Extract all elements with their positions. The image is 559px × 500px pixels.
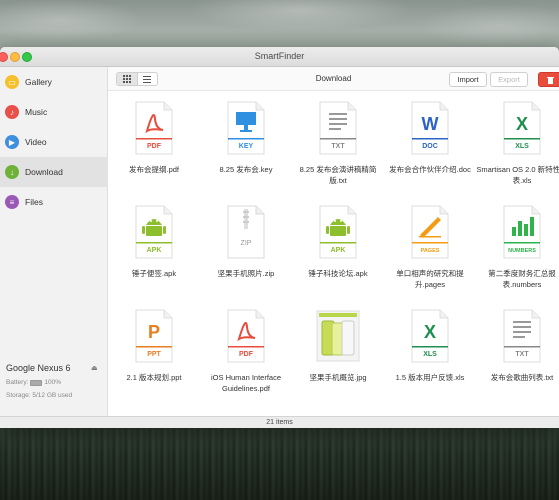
sidebar: ▭ Gallery ♪ Music ▶ Video ↓ Download ≡ Files Goog… xyxy=(0,67,108,416)
jpg-file-icon xyxy=(316,309,360,363)
toolbar: Download Import Export xyxy=(108,67,559,91)
txt-file-icon: TXT xyxy=(316,101,360,155)
file-name: 第二季度财务汇总报表.numbers xyxy=(488,269,556,289)
file-name: 发布会提纲.pdf xyxy=(128,165,179,174)
svg-text:W: W xyxy=(422,114,439,134)
svg-text:PDF: PDF xyxy=(147,143,162,150)
battery-status: Battery: 100% xyxy=(6,379,61,386)
eject-icon[interactable]: ⏏ xyxy=(91,364,98,372)
gallery-icon: ▭ xyxy=(5,75,19,89)
file-item[interactable]: KEY 8.25 发布会.key xyxy=(200,91,292,191)
file-item[interactable]: PDF 发布会提纲.pdf xyxy=(108,91,200,191)
file-name: 8.25 发布会演讲稿精简版.txt xyxy=(299,165,377,185)
file-item[interactable]: P PPT 2.1 版本规划.ppt xyxy=(108,299,200,399)
file-name: 1.5 版本用户反馈.xls xyxy=(395,373,465,382)
file-name: 锤子科技论坛.apk xyxy=(308,269,368,278)
window-title: SmartFinder xyxy=(254,51,305,61)
device-name: Google Nexus 6 xyxy=(6,363,71,373)
apk-file-icon: APK xyxy=(316,205,360,259)
file-item[interactable]: X XLS 1.5 版本用户反馈.xls xyxy=(384,299,476,399)
title-bar: SmartFinder xyxy=(0,47,559,67)
sidebar-item-label: Video xyxy=(25,137,47,147)
file-item[interactable]: TXT 发布会歌曲列表.txt xyxy=(476,299,559,399)
download-icon: ↓ xyxy=(5,165,19,179)
svg-text:TXT: TXT xyxy=(515,351,529,358)
storage-status: Storage: 5/12 GB used xyxy=(6,392,73,399)
xls-file-icon: X XLS xyxy=(500,101,544,155)
ppt-file-icon: P PPT xyxy=(132,309,176,363)
txt-file-icon: TXT xyxy=(500,309,544,363)
import-button[interactable]: Import xyxy=(449,72,487,87)
svg-text:ZIP: ZIP xyxy=(241,240,252,247)
status-bar: 21 items xyxy=(0,416,559,428)
file-item[interactable]: NUMBERS 第二季度财务汇总报表.numbers xyxy=(476,195,559,295)
svg-text:KEY: KEY xyxy=(239,143,254,150)
xls-file-icon: X XLS xyxy=(408,309,452,363)
file-name: 发布会合作伙伴介绍.doc xyxy=(389,165,471,174)
svg-text:P: P xyxy=(148,322,160,342)
svg-text:APK: APK xyxy=(331,247,346,254)
svg-text:DOC: DOC xyxy=(422,143,438,150)
svg-text:APK: APK xyxy=(147,247,162,254)
file-grid: PDF 发布会提纲.pdf KEY 8.25 发布会.key TXT 8.25 发布会演讲… xyxy=(108,91,559,416)
file-item[interactable]: ZIP 坚果手机照片.zip xyxy=(200,195,292,295)
sidebar-item-gallery[interactable]: ▭ Gallery xyxy=(0,67,108,97)
file-name: 坚果手机概览.jpg xyxy=(309,373,367,382)
svg-text:NUMBERS: NUMBERS xyxy=(508,248,536,254)
file-name: iOS Human Interface Guidelines.pdf xyxy=(210,373,282,393)
export-button[interactable]: Export xyxy=(490,72,528,87)
file-name: 2.1 版本规划.ppt xyxy=(126,373,182,382)
battery-value: 100% xyxy=(44,379,62,386)
file-item[interactable]: PDF iOS Human Interface Guidelines.pdf xyxy=(200,299,292,399)
pdf-file-icon: PDF xyxy=(224,309,268,363)
file-item[interactable]: W DOC 发布会合作伙伴介绍.doc xyxy=(384,91,476,191)
apk-file-icon: APK xyxy=(132,205,176,259)
numbers-file-icon: NUMBERS xyxy=(500,205,544,259)
svg-text:PAGES: PAGES xyxy=(421,248,440,254)
svg-text:XLS: XLS xyxy=(515,143,529,150)
svg-text:XLS: XLS xyxy=(423,351,437,358)
delete-button[interactable] xyxy=(538,72,559,87)
file-item[interactable]: APK 锤子便签.apk xyxy=(108,195,200,295)
desktop-forest xyxy=(0,425,559,500)
file-item[interactable]: APK 锤子科技论坛.apk xyxy=(292,195,384,295)
file-name: 锤子便签.apk xyxy=(131,269,177,278)
trash-icon xyxy=(546,76,554,84)
zip-file-icon: ZIP xyxy=(224,205,268,259)
svg-text:X: X xyxy=(516,114,528,134)
finder-window: SmartFinder ▭ Gallery ♪ Music ▶ Video ↓ Downloa… xyxy=(0,47,559,428)
file-item[interactable]: 坚果手机概览.jpg xyxy=(292,299,384,399)
sidebar-item-label: Download xyxy=(25,167,63,177)
file-name: 8.25 发布会.key xyxy=(219,165,273,174)
battery-icon xyxy=(30,379,43,386)
sidebar-item-download[interactable]: ↓ Download xyxy=(0,157,108,187)
file-name: 坚果手机照片.zip xyxy=(217,269,275,278)
svg-text:PDF: PDF xyxy=(239,351,254,358)
file-name: Smartisan OS 2.0 新特性列表.xls xyxy=(476,165,559,185)
video-icon: ▶ xyxy=(5,135,19,149)
file-item[interactable]: X XLS Smartisan OS 2.0 新特性列表.xls xyxy=(476,91,559,191)
music-icon: ♪ xyxy=(5,105,19,119)
file-name: 发布会歌曲列表.txt xyxy=(490,373,554,382)
sidebar-item-label: Gallery xyxy=(25,77,52,87)
svg-text:TXT: TXT xyxy=(331,143,345,150)
sidebar-item-video[interactable]: ▶ Video xyxy=(0,127,108,157)
file-item[interactable]: TXT 8.25 发布会演讲稿精简版.txt xyxy=(292,91,384,191)
battery-label: Battery: xyxy=(6,379,29,386)
key-file-icon: KEY xyxy=(224,101,268,155)
desktop-sky xyxy=(0,0,559,50)
svg-text:X: X xyxy=(424,322,436,342)
files-icon: ≡ xyxy=(5,195,19,209)
sidebar-item-label: Music xyxy=(25,107,48,117)
doc-file-icon: W DOC xyxy=(408,101,452,155)
svg-text:PPT: PPT xyxy=(147,351,161,358)
pages-file-icon: PAGES xyxy=(408,205,452,259)
file-name: 单口相声的研究和提升.pages xyxy=(396,269,464,289)
sidebar-item-label: Files xyxy=(25,197,43,207)
pdf-file-icon: PDF xyxy=(132,101,176,155)
sidebar-item-files[interactable]: ≡ Files xyxy=(0,187,108,217)
sidebar-item-music[interactable]: ♪ Music xyxy=(0,97,108,127)
file-item[interactable]: PAGES 单口相声的研究和提升.pages xyxy=(384,195,476,295)
